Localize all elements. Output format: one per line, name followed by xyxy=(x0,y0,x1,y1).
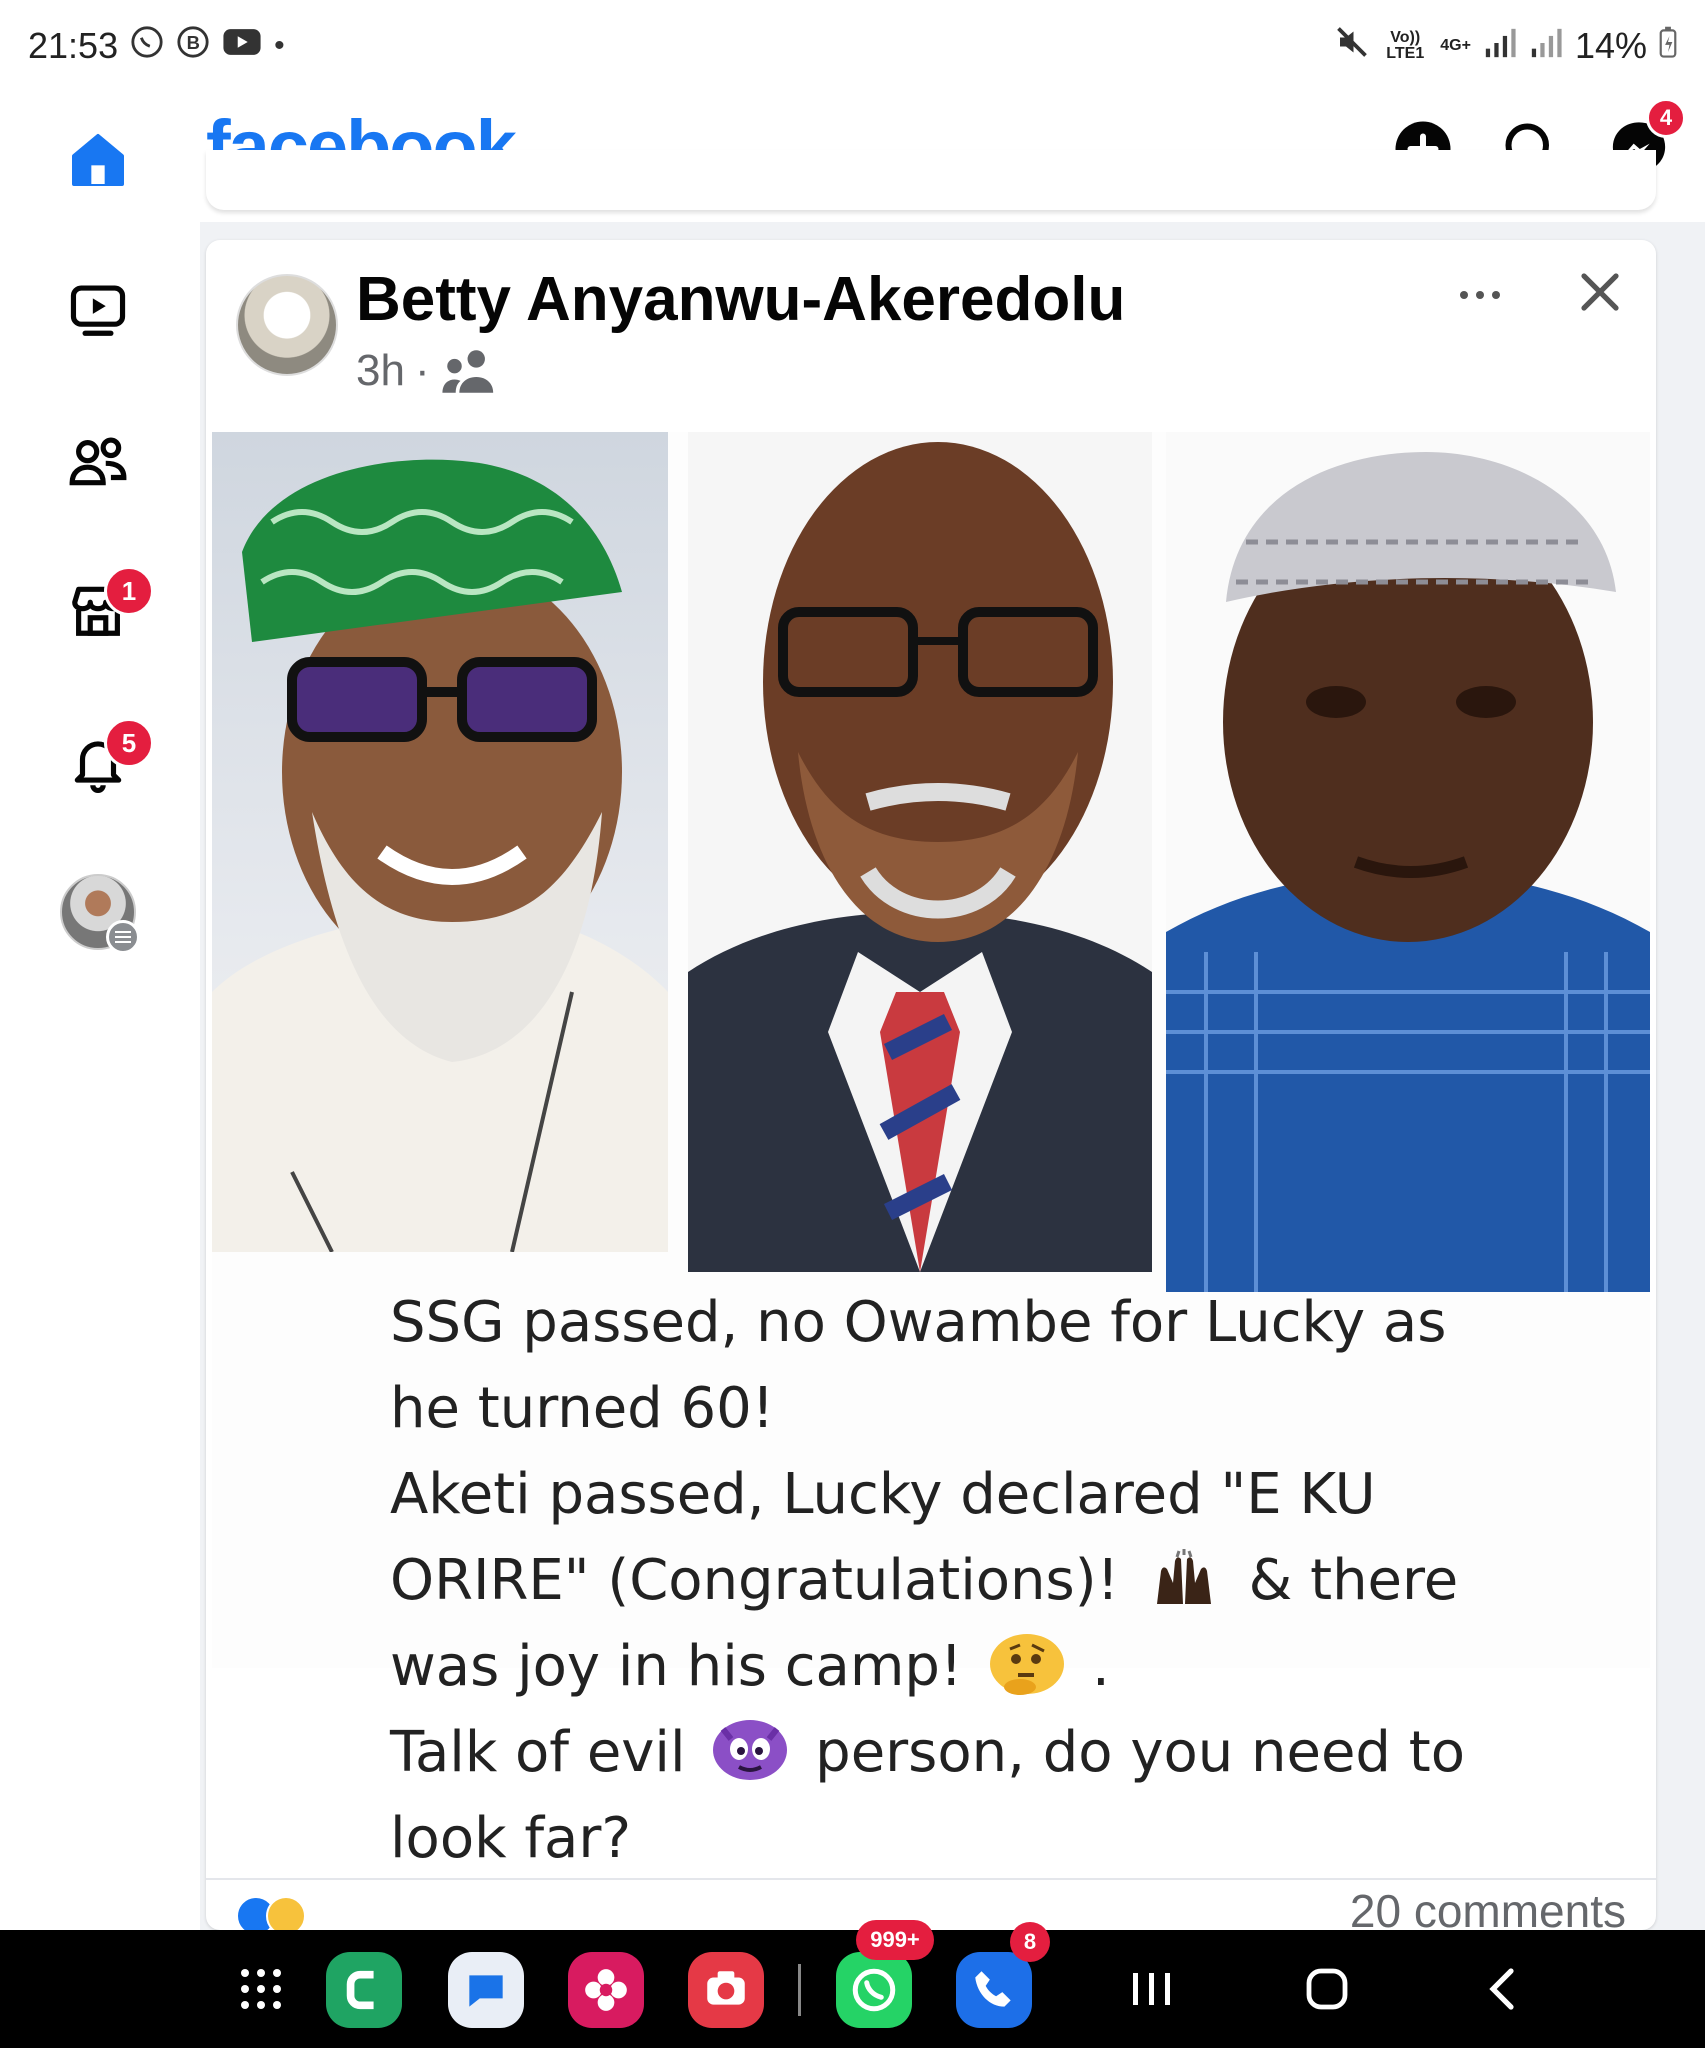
dock-dialer-app[interactable]: 8 xyxy=(956,1922,1050,2028)
post-options-button[interactable] xyxy=(1456,268,1504,313)
notifications-badge: 5 xyxy=(104,718,154,768)
chat-bubble-icon xyxy=(469,1975,503,2007)
close-icon xyxy=(1581,273,1619,311)
composer-card-edge xyxy=(206,150,1656,210)
portrait-middle xyxy=(688,432,1152,1272)
marketplace-badge: 1 xyxy=(104,566,154,616)
post-stats-bar: 20 comments xyxy=(206,1878,1656,1930)
system-nav-bar: 999+ 8 xyxy=(0,1920,1705,2048)
profile-avatar xyxy=(60,874,140,954)
mute-icon xyxy=(1334,24,1370,69)
caption-line-2: he turned 60! xyxy=(390,1376,775,1441)
dock-divider xyxy=(798,1964,801,2016)
video-icon xyxy=(70,285,126,336)
app-drawer-button[interactable] xyxy=(226,1954,296,2024)
caption-line-7: look far? xyxy=(390,1806,632,1871)
caption-line-1: SSG passed, no Owambe for Lucky as xyxy=(390,1290,1447,1355)
sad-reaction-icon xyxy=(266,1896,306,1930)
home-icon xyxy=(72,134,124,186)
youtube-notification-icon xyxy=(222,27,262,65)
home-square-icon xyxy=(1306,1968,1348,2010)
friends-icon xyxy=(69,437,127,486)
raised-hands-emoji-icon xyxy=(1147,1548,1221,1608)
nav-friends[interactable] xyxy=(48,412,148,512)
status-bar: 21:53 B • Vo)) LTE1 4G+ 14% xyxy=(0,0,1705,92)
back-button[interactable] xyxy=(1468,1954,1538,2024)
caption-line-5-text: was joy in his camp! xyxy=(390,1634,963,1699)
apps-grid-icon xyxy=(241,1969,281,2009)
phone-handset-icon xyxy=(975,1971,1011,2007)
whatsapp-icon xyxy=(852,1968,896,2012)
dock-blossom-app[interactable] xyxy=(568,1952,644,2028)
portrait-left xyxy=(212,432,668,1252)
caption-line-4-tail: & there xyxy=(1248,1548,1459,1613)
caption-line-4: ORIRE" (Congratulations)! & there xyxy=(390,1538,1530,1624)
dialer-badge: 8 xyxy=(1010,1922,1050,1962)
signal-2-icon xyxy=(1529,25,1563,67)
flower-icon xyxy=(585,1969,627,2011)
portrait-right xyxy=(1166,432,1650,1292)
hide-post-button[interactable] xyxy=(1576,260,1624,331)
back-chevron-icon xyxy=(1489,1968,1514,2010)
battery-percent: 14% xyxy=(1574,25,1647,66)
battery-icon xyxy=(1659,25,1677,67)
thinking-face-emoji-icon xyxy=(990,1633,1065,1695)
camera-icon xyxy=(707,1971,745,2005)
nav-home[interactable] xyxy=(48,110,148,210)
caption-line-6-text: Talk of evil xyxy=(390,1720,686,1785)
sidebar-nav: 1 5 xyxy=(0,134,200,1930)
dock-messages-app[interactable] xyxy=(448,1952,524,2028)
more-horizontal-icon xyxy=(1460,291,1500,299)
home-button[interactable] xyxy=(1292,1954,1362,2024)
caption-line-3: Aketi passed, Lucky declared "E KU xyxy=(390,1462,1376,1527)
dock-whatsapp-app[interactable]: 999+ xyxy=(836,1920,934,2028)
feed-post: Betty Anyanwu-Akeredolu 3h · SSG passed,… xyxy=(206,240,1656,1930)
nav-notifications[interactable]: 5 xyxy=(48,712,154,812)
dock-camera-app[interactable] xyxy=(688,1952,764,2028)
meta-separator: · xyxy=(414,346,430,395)
post-time[interactable]: 3h xyxy=(356,346,405,396)
recents-icon xyxy=(1133,1973,1170,2005)
caption-line-5: was joy in his camp! . xyxy=(390,1624,1530,1710)
caption-line-6: Talk of evil person, do you need to xyxy=(390,1710,1530,1796)
nav-video[interactable] xyxy=(48,260,148,360)
group-audience-icon xyxy=(442,350,493,393)
caption-line-4-text: ORIRE" (Congratulations)! xyxy=(390,1548,1120,1613)
status-time: 21:53 xyxy=(28,25,119,66)
comment-count[interactable]: 20 comments xyxy=(1350,1884,1626,1930)
messenger-badge: 4 xyxy=(1646,98,1686,138)
reaction-summary[interactable] xyxy=(236,1896,306,1930)
svg-text:B: B xyxy=(187,32,200,53)
phone-c-icon xyxy=(346,1970,374,2010)
menu-icon xyxy=(106,920,140,954)
network-indicator: 4G+ xyxy=(1440,37,1471,54)
whatsapp-badge: 999+ xyxy=(856,1920,934,1960)
caption-line-5-tail: . xyxy=(1092,1634,1110,1699)
author-avatar[interactable] xyxy=(236,274,338,376)
caption-line-6-tail: person, do you need to xyxy=(815,1720,1465,1785)
smiling-devil-emoji-icon xyxy=(713,1719,788,1780)
nav-marketplace[interactable]: 1 xyxy=(48,560,154,660)
business-notification-icon: B xyxy=(176,25,210,67)
recent-apps-button[interactable] xyxy=(1116,1954,1186,2024)
signal-icon xyxy=(1483,25,1517,67)
whatsapp-notification-icon xyxy=(130,25,164,67)
more-notifications-dot-icon: • xyxy=(274,29,285,62)
nav-profile-menu[interactable] xyxy=(48,862,148,962)
post-author[interactable]: Betty Anyanwu-Akeredolu xyxy=(356,264,1125,335)
post-meta: 3h · xyxy=(356,346,498,396)
volte-indicator: Vo)) LTE1 xyxy=(1386,29,1425,62)
dock-phone-app[interactable] xyxy=(326,1952,402,2028)
image-caption: SSG passed, no Owambe for Lucky as he tu… xyxy=(390,1280,1530,1882)
